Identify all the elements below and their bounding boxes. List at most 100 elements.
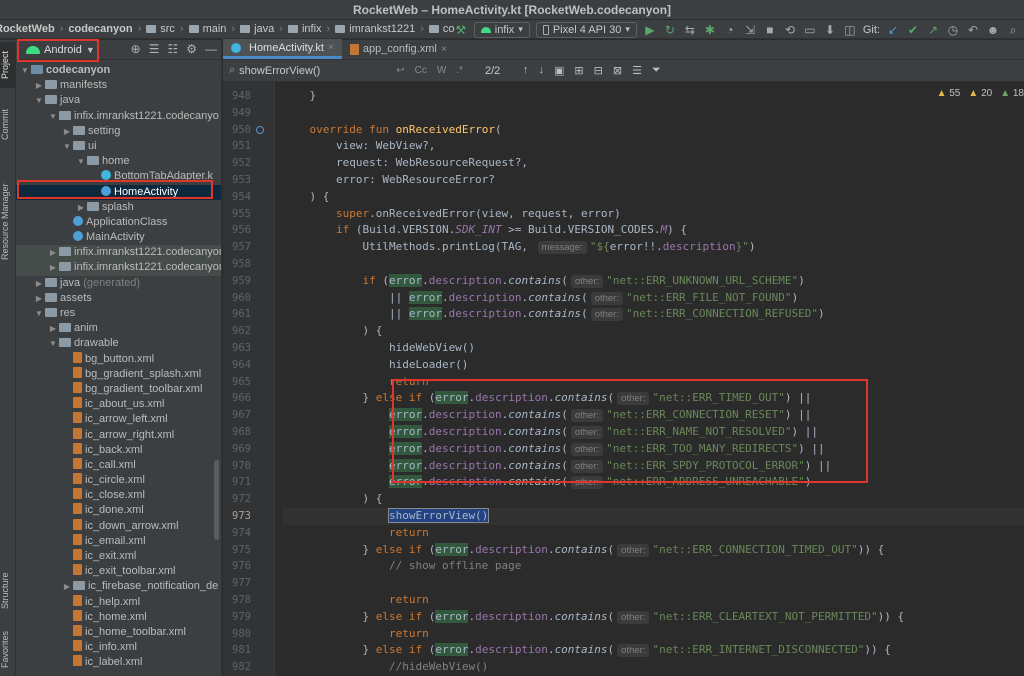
tree-item[interactable]: bg_gradient_toolbar.xml [16, 381, 221, 397]
editor-tab[interactable]: app_config.xml × [342, 39, 455, 59]
sync-icon[interactable]: ⟲ [783, 23, 797, 37]
tree-item[interactable]: ▶ ic_firebase_notification_de [16, 579, 221, 594]
layout-inspector-icon[interactable]: ◫ [843, 23, 857, 37]
attach-debugger-icon[interactable]: ⇲ [743, 23, 757, 37]
tree-item[interactable]: ic_label.xml [16, 655, 221, 670]
module-selector[interactable]: infix ▾ [473, 21, 530, 38]
add-selection-icon[interactable]: ⊞ [574, 64, 583, 77]
git-commit-icon[interactable]: ✔ [906, 23, 920, 37]
tree-item[interactable]: ic_about_us.xml [16, 397, 221, 412]
tree-item[interactable]: ▶ manifests [16, 78, 221, 93]
tree-item[interactable]: BottomTabAdapter.k [16, 169, 221, 184]
profile-icon[interactable]: ◔ [723, 23, 737, 37]
tree-item[interactable]: MainActivity [16, 230, 221, 245]
project-scrollbar[interactable] [214, 460, 219, 540]
expand-all-icon[interactable]: ☰ [149, 42, 160, 56]
close-icon[interactable]: × [441, 44, 447, 55]
chevron-right-icon[interactable]: ▶ [62, 579, 72, 594]
tree-item[interactable]: ic_info.xml [16, 640, 221, 655]
tree-item[interactable]: ic_circle.xml [16, 473, 221, 488]
chevron-right-icon[interactable]: ▶ [48, 260, 58, 275]
filter-icon[interactable]: ⏷ [652, 64, 661, 77]
tab-commit[interactable]: Commit [0, 100, 16, 150]
select-all-occurrences-icon[interactable]: ▣ [554, 64, 564, 77]
find-input[interactable]: ⌕ showErrorView() ↩ Cc W .* [223, 61, 463, 81]
match-case-toggle[interactable]: Cc [415, 65, 427, 76]
code-editor[interactable]: 948 949 950 951 952 953 954 955 956 957 958 959 960 9… [223, 82, 1024, 676]
regex-toggle[interactable]: .* [456, 65, 463, 76]
tree-item[interactable]: ▶ java (generated) [16, 276, 221, 291]
previous-occurrence-icon[interactable]: ↑ [523, 64, 529, 77]
tree-item[interactable]: ▼ codecanyon [16, 63, 221, 78]
tree-item[interactable]: ▶ setting [16, 124, 221, 139]
tree-item[interactable]: ▶ splash [16, 200, 221, 215]
chevron-down-icon[interactable]: ▼ [48, 336, 58, 351]
git-push-icon[interactable]: ↗ [926, 23, 940, 37]
tree-item[interactable]: ic_help.xml [16, 594, 221, 610]
apply-code-changes-icon[interactable]: ⇆ [683, 23, 697, 37]
tree-item[interactable]: ic_home_toolbar.xml [16, 624, 221, 640]
chevron-right-icon[interactable]: ▶ [34, 78, 44, 93]
device-selector[interactable]: Pixel 4 API 30 ▾ [535, 21, 637, 38]
android-robot-icon[interactable]: ☻ [986, 23, 1000, 37]
regex-history-icon[interactable]: ↩ [396, 65, 404, 76]
tree-item[interactable]: ic_home.xml [16, 609, 221, 625]
chevron-down-icon[interactable]: ▼ [48, 109, 58, 124]
tree-item[interactable]: ic_email.xml [16, 533, 221, 549]
chevron-right-icon[interactable]: ▶ [48, 245, 58, 260]
chevron-down-icon[interactable]: ▼ [34, 93, 44, 108]
chevron-right-icon[interactable]: ▶ [76, 200, 86, 215]
chevron-down-icon[interactable]: ▼ [76, 154, 86, 169]
breadcrumb-item[interactable]: RocketWeb [0, 23, 58, 35]
tree-item[interactable]: HomeActivity [16, 184, 221, 200]
tree-item[interactable]: ic_exit.xml [16, 549, 221, 564]
tree-item[interactable]: ic_back.xml [16, 442, 221, 458]
tree-item[interactable]: ▶ anim [16, 321, 221, 336]
next-occurrence-icon[interactable]: ↓ [539, 64, 545, 77]
debug-icon[interactable]: ✱ [703, 23, 717, 37]
select-all-icon[interactable]: ⊠ [613, 64, 622, 77]
chevron-right-icon[interactable]: ▶ [34, 291, 44, 306]
chevron-down-icon[interactable]: ▼ [20, 63, 30, 78]
tree-item[interactable]: ic_done.xml [16, 503, 221, 518]
tree-item[interactable]: ▶ infix.imrankst1221.codecanyon [16, 260, 221, 276]
chevron-right-icon[interactable]: ▶ [34, 276, 44, 291]
filter-options-icon[interactable]: ☰ [632, 64, 642, 77]
tab-favorites[interactable]: Favorites [0, 622, 16, 676]
breadcrumb-item[interactable]: imrankst1221 [332, 23, 418, 35]
line-number-gutter[interactable]: 948 949 950 951 952 953 954 955 956 957 958 959 960 9… [223, 82, 275, 676]
tree-item[interactable]: ▶ infix.imrankst1221.codecanyon [16, 245, 221, 261]
chevron-down-icon[interactable]: ▼ [34, 306, 44, 321]
tab-resource-manager[interactable]: Resource Manager [0, 162, 16, 282]
chevron-right-icon[interactable]: ▶ [48, 321, 58, 336]
inspection-widget[interactable]: ▲ 55 ▲ 20 ▲ 18 [937, 88, 1024, 99]
hammer-icon[interactable]: ⚒ [454, 23, 468, 37]
stop-icon[interactable]: ■ [763, 23, 777, 37]
sdk-manager-icon[interactable]: ⬇ [823, 23, 837, 37]
tree-item[interactable]: ic_down_arrow.xml [16, 518, 221, 534]
whole-words-toggle[interactable]: W [437, 65, 446, 76]
tree-item[interactable]: ic_close.xml [16, 488, 221, 503]
tree-item[interactable]: ▼ java [16, 93, 221, 108]
project-view-selector[interactable]: Android ▼ [20, 41, 101, 59]
override-icon[interactable] [256, 125, 264, 134]
tree-item[interactable]: ▼ drawable [16, 336, 221, 351]
tree-item[interactable]: ApplicationClass [16, 215, 221, 230]
git-update-icon[interactable]: ↙ [886, 23, 900, 37]
gear-icon[interactable]: ⚙ [186, 42, 197, 56]
tree-item[interactable]: ic_arrow_left.xml [16, 412, 221, 427]
avd-manager-icon[interactable]: ▭ [803, 23, 817, 37]
breadcrumb-item[interactable]: infix [285, 23, 325, 35]
search-everywhere-icon[interactable]: ⌕ [1006, 23, 1020, 37]
remove-selection-icon[interactable]: ⊟ [594, 64, 603, 77]
collapse-all-icon[interactable]: ☷ [167, 42, 178, 56]
chevron-down-icon[interactable]: ▼ [62, 139, 72, 154]
close-icon[interactable]: × [328, 42, 334, 53]
editor-tab[interactable]: HomeActivity.kt × [223, 39, 342, 59]
breadcrumb-item[interactable]: java [237, 23, 277, 35]
tree-item[interactable]: ic_exit_toolbar.xml [16, 564, 221, 579]
hide-icon[interactable]: — [205, 42, 217, 56]
history-icon[interactable]: ◷ [946, 23, 960, 37]
tree-item[interactable]: ic_arrow_right.xml [16, 427, 221, 443]
tree-item[interactable]: ▼ infix.imrankst1221.codecanyo [16, 109, 221, 124]
